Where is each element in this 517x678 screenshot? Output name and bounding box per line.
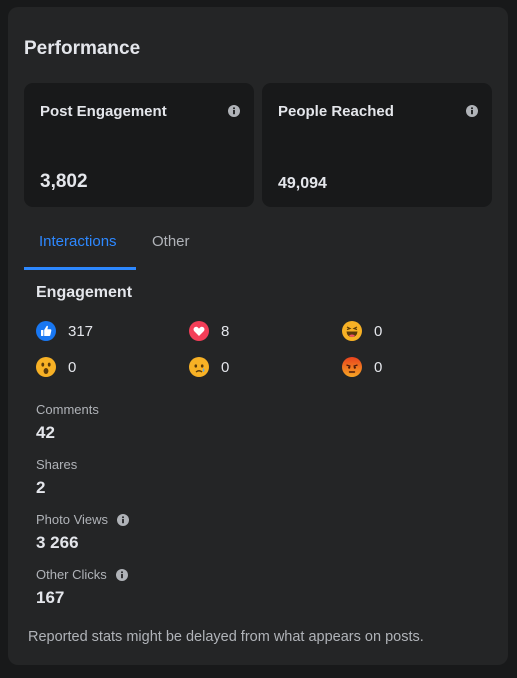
angry-count: 0 — [374, 358, 383, 376]
shares-value: 2 — [36, 478, 46, 497]
engagement-heading: Engagement — [36, 284, 133, 301]
sad-count: 0 — [221, 358, 230, 376]
wow-count: 0 — [68, 358, 77, 376]
comments-value: 42 — [36, 423, 55, 442]
info-icon[interactable] — [228, 105, 240, 117]
tab-other[interactable]: Other — [152, 233, 190, 250]
haha-icon — [342, 321, 362, 341]
reaction-angry: 0 — [342, 357, 382, 377]
info-icon[interactable] — [115, 568, 128, 581]
like-icon — [36, 321, 56, 341]
like-count: 317 — [68, 322, 94, 340]
photo-views-label: Photo Views — [36, 512, 130, 527]
delay-notice: Reported stats might be delayed from wha… — [28, 629, 424, 645]
info-icon[interactable] — [117, 513, 130, 526]
reaction-wow: 0 — [36, 357, 76, 377]
angry-icon — [342, 357, 362, 377]
reaction-haha: 0 — [342, 321, 382, 341]
active-tab-indicator — [24, 267, 136, 270]
reaction-like: 317 — [36, 321, 93, 341]
reaction-sad: 0 — [189, 357, 229, 377]
post-engagement-label: Post Engagement — [40, 103, 167, 120]
sad-icon — [189, 357, 209, 377]
haha-count: 0 — [374, 322, 383, 340]
love-count: 8 — [221, 322, 230, 340]
post-engagement-card: Post Engagement 3,802 — [24, 83, 254, 207]
wow-icon — [36, 357, 56, 377]
people-reached-card: People Reached 49,094 — [262, 83, 492, 207]
photo-views-value: 3 266 — [36, 533, 79, 552]
post-engagement-value: 3,802 — [40, 171, 88, 192]
performance-panel: Performance Post Engagement 3,802 People… — [8, 7, 508, 665]
people-reached-value: 49,094 — [278, 175, 327, 192]
page-title: Performance — [24, 38, 141, 59]
shares-label: Shares — [36, 457, 78, 472]
love-icon — [189, 321, 209, 341]
other-clicks-value: 167 — [36, 588, 65, 607]
tab-interactions[interactable]: Interactions — [39, 233, 117, 250]
comments-label: Comments — [36, 402, 99, 417]
other-clicks-label: Other Clicks — [36, 567, 128, 582]
info-icon[interactable] — [466, 105, 478, 117]
reaction-love: 8 — [189, 321, 229, 341]
people-reached-label: People Reached — [278, 103, 394, 120]
